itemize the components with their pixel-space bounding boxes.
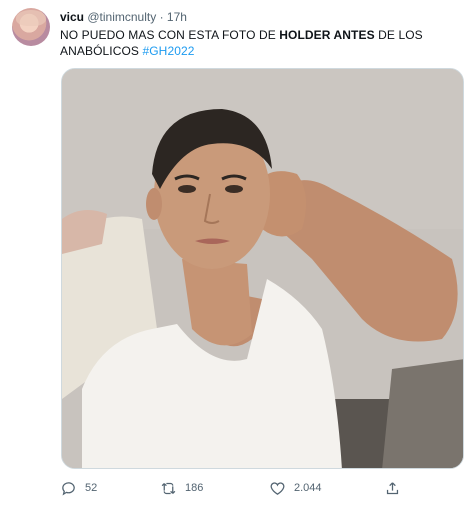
tweet-header: vicu @tinimcnulty · 17h — [60, 10, 187, 25]
display-name[interactable]: vicu — [60, 10, 84, 24]
tweet-photo[interactable] — [61, 68, 464, 469]
tweet-text-bold: HOLDER ANTES — [279, 28, 375, 42]
avatar[interactable] — [12, 8, 50, 46]
timestamp[interactable]: 17h — [167, 10, 187, 24]
hashtag-link[interactable]: #GH2022 — [142, 44, 194, 58]
retweet-count: 186 — [185, 482, 204, 494]
reply-icon — [62, 481, 75, 496]
retweet-button[interactable]: 186 — [160, 476, 203, 500]
like-count: 2.044 — [294, 482, 322, 494]
tweet[interactable]: vicu @tinimcnulty · 17h NO PUEDO MAS CON… — [0, 0, 474, 507]
reply-button[interactable]: 52 — [60, 476, 97, 500]
photo-illustration — [62, 69, 463, 468]
tweet-text-part1: NO PUEDO MAS CON ESTA FOTO DE — [60, 28, 280, 42]
retweet-icon — [161, 482, 176, 494]
like-button[interactable]: 2.044 — [269, 476, 322, 500]
share-icon — [386, 481, 399, 494]
separator-dot: · — [159, 10, 164, 24]
user-handle[interactable]: @tinimcnulty — [87, 10, 156, 24]
tweet-text: NO PUEDO MAS CON ESTA FOTO DE HOLDER ANT… — [60, 27, 460, 59]
reply-count: 52 — [85, 482, 98, 494]
share-button[interactable] — [384, 476, 401, 500]
action-bar: 52 186 2.044 — [60, 476, 464, 500]
like-icon — [270, 481, 285, 495]
